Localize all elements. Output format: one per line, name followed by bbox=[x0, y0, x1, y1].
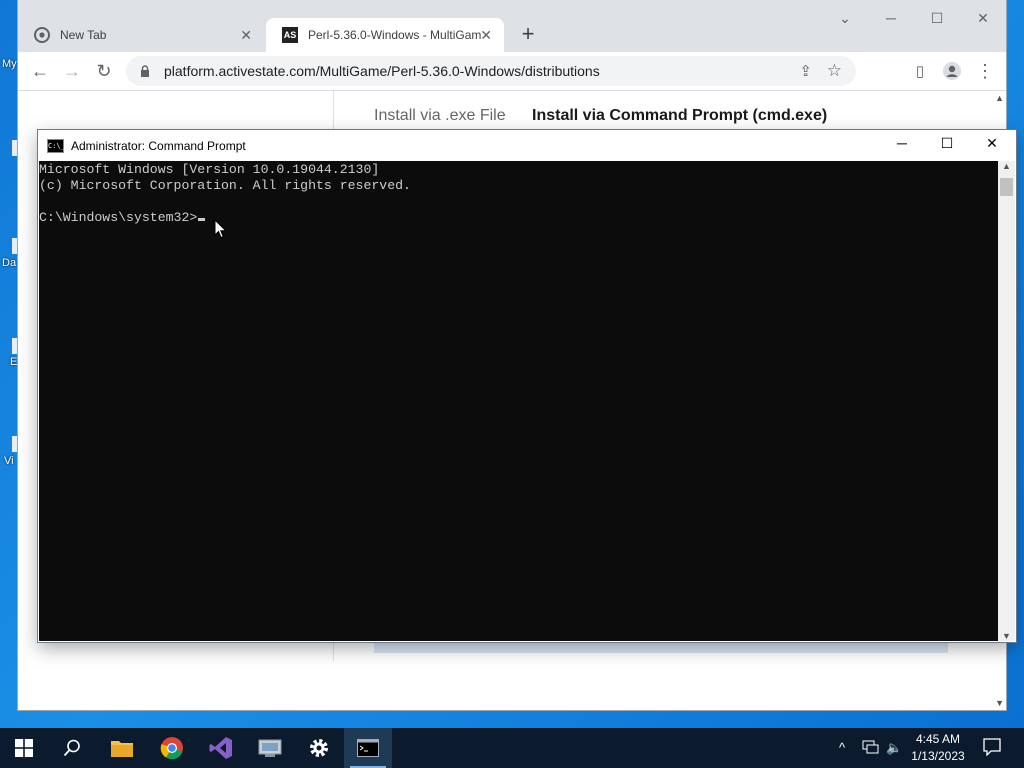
tab-title: New Tab bbox=[60, 28, 107, 42]
cmd-close-button[interactable]: ✕ bbox=[977, 135, 1007, 152]
cmd-maximize-button[interactable]: ☐ bbox=[932, 135, 962, 152]
volume-icon[interactable]: 🔈 bbox=[886, 740, 902, 756]
desktop-icon-label[interactable]: Da bbox=[2, 257, 16, 269]
tab-search-icon[interactable]: ⌄ bbox=[833, 10, 857, 27]
clock-time: 4:45 AM bbox=[915, 732, 961, 746]
tab-install-cmd[interactable]: Install via Command Prompt (cmd.exe) bbox=[532, 107, 827, 125]
scroll-down-arrow-icon[interactable]: ▼ bbox=[995, 698, 1004, 708]
close-tab-icon[interactable]: ✕ bbox=[240, 27, 252, 44]
browser-toolbar: ← → ↻ platform.activestate.com/MultiGame… bbox=[18, 52, 1006, 91]
url-text: platform.activestate.com/MultiGame/Perl-… bbox=[164, 63, 600, 79]
tab-new-tab[interactable]: New Tab ✕ bbox=[18, 18, 264, 52]
scroll-up-arrow-icon[interactable]: ▲ bbox=[998, 161, 1015, 171]
tab-perl-distributions[interactable]: AS Perl-5.36.0-Windows - MultiGam ✕ bbox=[266, 18, 504, 52]
settings-icon[interactable] bbox=[295, 728, 343, 768]
search-icon[interactable] bbox=[48, 728, 96, 768]
share-icon[interactable]: ⇪ bbox=[799, 62, 812, 80]
cmd-minimize-button[interactable]: ─ bbox=[887, 135, 917, 151]
lock-icon[interactable] bbox=[138, 64, 152, 78]
cmd-app-icon: C:\_ bbox=[47, 138, 65, 153]
show-hidden-icons-icon[interactable]: ^ bbox=[839, 740, 845, 755]
tab-title: Perl-5.36.0-Windows - MultiGam bbox=[308, 28, 482, 42]
desktop-icon-label[interactable]: E bbox=[10, 356, 17, 368]
server-manager-icon[interactable] bbox=[246, 728, 294, 768]
console-line: (c) Microsoft Corporation. All rights re… bbox=[39, 178, 411, 193]
cmd-scrollbar[interactable]: ▲ ▼ bbox=[998, 161, 1015, 641]
new-tab-button[interactable]: + bbox=[516, 22, 540, 46]
tab-strip: New Tab ✕ AS Perl-5.36.0-Windows - Multi… bbox=[18, 0, 1006, 52]
taskbar: ^ 🔈 4:45 AM 1/13/2023 bbox=[0, 728, 1024, 768]
maximize-button[interactable]: ☐ bbox=[925, 10, 949, 27]
scrollbar-thumb[interactable] bbox=[1000, 178, 1013, 196]
console-line: Microsoft Windows [Version 10.0.19044.21… bbox=[39, 162, 380, 177]
clock[interactable]: 4:45 AM 1/13/2023 bbox=[906, 731, 970, 765]
profile-avatar-icon[interactable] bbox=[940, 59, 964, 83]
close-tab-icon[interactable]: ✕ bbox=[480, 27, 492, 44]
text-caret bbox=[198, 218, 206, 221]
chrome-icon[interactable] bbox=[148, 728, 196, 768]
network-icon[interactable] bbox=[862, 740, 880, 758]
tab-install-exe[interactable]: Install via .exe File bbox=[374, 107, 506, 125]
forward-icon[interactable]: → bbox=[60, 59, 84, 83]
clock-date: 1/13/2023 bbox=[911, 749, 965, 763]
desktop-icon-label[interactable]: Vi bbox=[4, 455, 14, 467]
close-window-button[interactable]: ✕ bbox=[971, 10, 995, 27]
command-prompt-icon[interactable] bbox=[344, 728, 392, 768]
command-prompt-window: C:\_ Administrator: Command Prompt ─ ☐ ✕… bbox=[38, 130, 1016, 642]
menu-kebab-icon[interactable]: ⋮ bbox=[973, 59, 997, 83]
bookmark-star-icon[interactable]: ☆ bbox=[827, 61, 842, 81]
mouse-pointer-icon bbox=[214, 218, 228, 244]
reload-icon[interactable]: ↻ bbox=[92, 59, 116, 83]
back-icon[interactable]: ← bbox=[28, 59, 52, 83]
console-prompt: C:\Windows\system32> bbox=[39, 210, 198, 225]
scroll-up-arrow-icon[interactable]: ▲ bbox=[995, 93, 1004, 103]
scroll-down-arrow-icon[interactable]: ▼ bbox=[998, 631, 1015, 641]
console-area[interactable]: Microsoft Windows [Version 10.0.19044.21… bbox=[39, 161, 998, 641]
activestate-icon: AS bbox=[282, 27, 298, 43]
file-explorer-icon[interactable] bbox=[98, 728, 146, 768]
minimize-button[interactable]: ─ bbox=[879, 10, 903, 26]
cmd-title-bar[interactable]: C:\_ Administrator: Command Prompt ─ ☐ ✕ bbox=[38, 130, 1016, 161]
chrome-icon bbox=[34, 27, 50, 43]
address-bar[interactable]: platform.activestate.com/MultiGame/Perl-… bbox=[126, 56, 856, 86]
side-panel-icon[interactable]: ▯ bbox=[908, 59, 932, 83]
cmd-window-title: Administrator: Command Prompt bbox=[71, 138, 246, 153]
desktop-icon-label[interactable]: My bbox=[2, 58, 17, 70]
start-icon[interactable] bbox=[0, 728, 48, 768]
notifications-icon[interactable] bbox=[983, 738, 1001, 759]
visual-studio-icon[interactable] bbox=[197, 728, 245, 768]
